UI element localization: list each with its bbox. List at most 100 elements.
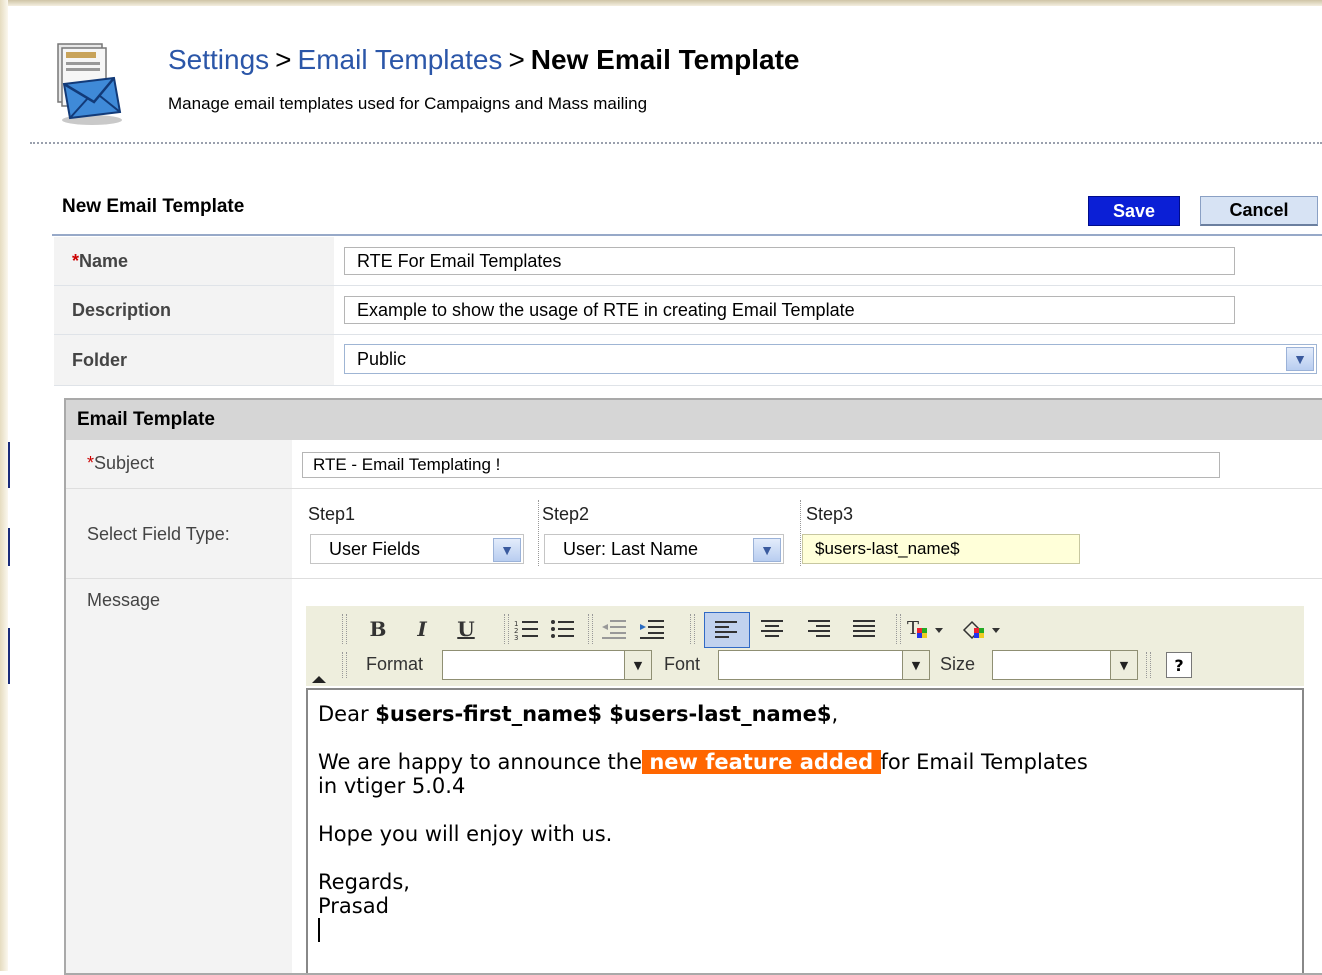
chevron-down-icon[interactable]: ▼ [753,538,781,562]
outdent-icon[interactable] [598,614,630,644]
collapse-toolbar-icon[interactable] [312,676,326,683]
subject-field[interactable]: RTE - Email Templating ! [302,452,1220,478]
select-field-type-label: Select Field Type: [87,524,230,544]
step1-label: Step1 [308,504,356,524]
enjoy-line: Hope you will enjoy with us. [318,822,613,846]
text-color-icon[interactable]: T [904,614,954,644]
required-marker: * [87,453,95,473]
window-left-edge [0,0,8,971]
cursor-line [318,918,1302,947]
name-label: * Name [54,237,334,285]
row-divider [66,578,1322,579]
toolbar-separator [588,614,593,644]
cancel-button[interactable]: Cancel [1200,196,1318,226]
step3-label: Step3 [806,504,854,524]
name-field[interactable]: RTE For Email Templates [344,247,1235,275]
size-label: Size [940,654,976,674]
window-top-border [0,0,1322,6]
left-edge-mark [8,442,10,488]
toolbar-separator [1146,652,1151,678]
description-row: Description Example to show the usage of… [54,286,1322,335]
font-select[interactable]: ▼ [718,650,930,680]
breadcrumb: Settings > Email Templates > New Email Templ… [168,44,799,76]
breadcrumb-separator: > [508,44,525,75]
chevron-down-icon[interactable]: ▼ [1110,651,1137,679]
subject-label-text: Subject [94,453,155,473]
left-edge-mark [8,628,10,684]
indent-icon[interactable] [636,614,668,644]
underline-icon[interactable]: U [450,614,482,644]
step-divider [800,500,801,566]
toolbar-separator [690,614,695,644]
folder-row: Folder Public ▼ [54,335,1322,386]
save-button[interactable]: Save [1088,196,1180,226]
description-label: Description [54,286,334,334]
toolbar-grip [342,652,347,678]
step2-label: Step2 [542,504,590,524]
step2-select-value: User: Last Name [563,538,699,559]
step1-select-value: User Fields [329,538,421,559]
size-select[interactable]: ▼ [992,650,1138,680]
breadcrumb-separator: > [275,44,292,75]
italic-icon[interactable]: I [406,614,438,644]
subject-label: *Subject [87,453,154,474]
toolbar-separator [504,614,509,644]
folder-select[interactable]: Public ▼ [344,344,1317,374]
chevron-down-icon[interactable]: ▼ [1286,347,1314,371]
message-label: Message [87,590,161,610]
editor-toolbar: B I U 123 T Format ▼ Font ▼ Size ▼ ? [306,606,1304,686]
greeting-merge-fields: $users-first_name$ $users-last_name$ [375,702,832,726]
name-label-text: Name [79,250,129,271]
justify-icon[interactable] [848,614,880,644]
font-label: Font [664,654,701,674]
announcement-text: We are happy to announce the [318,750,643,774]
svg-text:3: 3 [514,634,518,640]
header-divider [30,142,1322,144]
format-select[interactable]: ▼ [442,650,652,680]
text-cursor [318,918,320,942]
row-divider [66,488,1322,489]
announcement-text-end: for Email Templates [880,750,1088,774]
bullet-list-icon[interactable] [546,614,578,644]
page-subtitle: Manage email templates used for Campaign… [168,94,648,113]
email-template-title: Email Template [66,400,1322,440]
merge-field-value[interactable]: $users-last_name$ [802,534,1080,564]
greeting-punctuation: , [831,702,839,726]
breadcrumb-email-templates-link[interactable]: Email Templates [298,44,503,75]
left-edge-mark [8,528,10,566]
description-field[interactable]: Example to show the usage of RTE in crea… [344,296,1235,324]
toolbar-separator [896,614,901,644]
message-body[interactable]: Dear $users-first_name$ $users-last_name… [306,688,1304,973]
greeting-line: Dear $users-first_name$ $users-last_name… [318,702,1302,726]
email-templates-icon [57,43,122,125]
folder-label: Folder [54,335,334,385]
form-section-title: New Email Template [62,196,245,217]
bold-icon[interactable]: B [362,614,394,644]
highlighted-text: new feature added [642,750,881,774]
step1-select[interactable]: User Fields ▼ [310,534,524,564]
rich-text-editor: B I U 123 T Format ▼ Font ▼ Size ▼ ? Dea… [306,606,1304,973]
numbered-list-icon[interactable]: 123 [510,614,542,644]
toolbar-grip [342,614,347,644]
chevron-down-icon[interactable]: ▼ [902,651,929,679]
announcement-line: We are happy to announce the new feature… [318,750,1302,774]
background-color-icon[interactable] [958,614,1014,644]
greeting-text: Dear [318,702,376,726]
align-right-icon[interactable] [802,614,834,644]
chevron-down-icon[interactable]: ▼ [493,538,521,562]
folder-select-value: Public [357,348,407,369]
version-line: in vtiger 5.0.4 [318,774,466,798]
breadcrumb-settings-link[interactable]: Settings [168,44,269,75]
name-row: * Name RTE For Email Templates [54,237,1322,286]
help-icon[interactable]: ? [1166,652,1192,678]
align-center-icon[interactable] [756,614,788,644]
required-marker: * [72,250,80,271]
label-column [66,440,292,973]
signature-line: Prasad [318,894,389,918]
align-left-icon[interactable] [704,612,750,648]
section-divider [52,234,1322,236]
chevron-down-icon[interactable]: ▼ [624,651,651,679]
format-label: Format [366,654,424,674]
step2-select[interactable]: User: Last Name ▼ [544,534,784,564]
regards-line: Regards, [318,870,410,894]
